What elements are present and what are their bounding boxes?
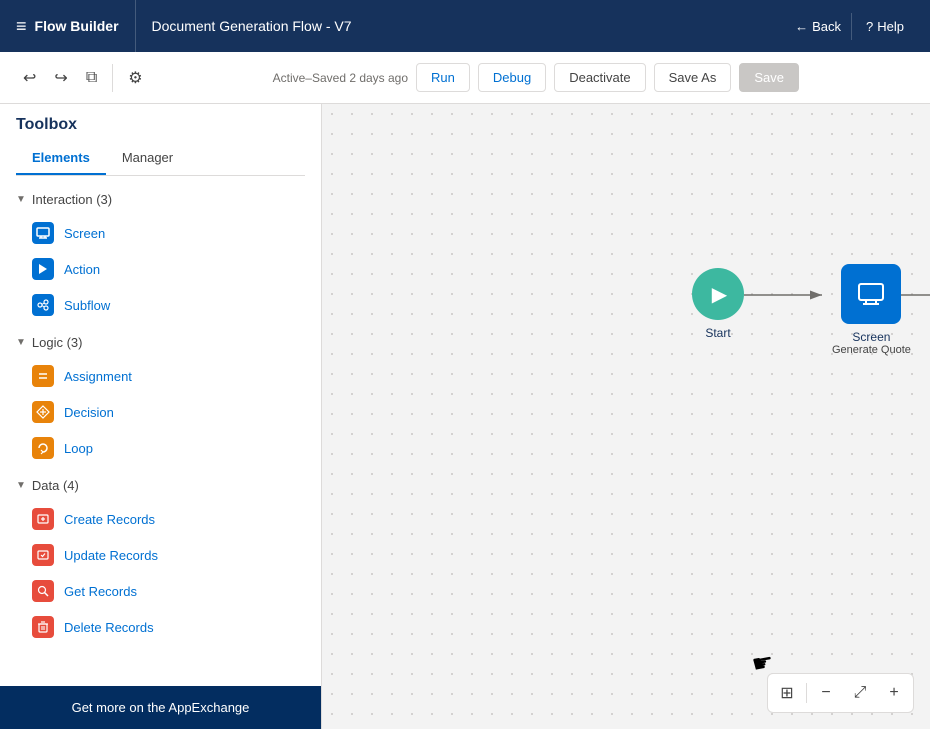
sidebar-item-subflow[interactable]: Subflow [0, 287, 321, 323]
category-logic[interactable]: ▼ Logic (3) [0, 327, 321, 358]
start-node-label: Start [705, 326, 730, 340]
sidebar-tabs: Elements Manager [16, 142, 305, 176]
debug-button[interactable]: Debug [478, 63, 546, 92]
sidebar-content: ▼ Interaction (3) Screen Action [0, 176, 321, 686]
chevron-interaction-icon: ▼ [16, 194, 26, 205]
sidebar-item-create-records[interactable]: Create Records [0, 501, 321, 537]
loop-icon [32, 437, 54, 459]
fit-view-button[interactable]: ⤢ [845, 678, 875, 708]
nav-brand: ≡ Flow Builder [0, 0, 136, 52]
back-label: Back [812, 19, 841, 34]
toolbox-title: Toolbox [16, 116, 305, 142]
start-node-circle[interactable] [692, 268, 744, 320]
category-interaction-label: Interaction (3) [32, 192, 112, 207]
toolbar-status: Active–Saved 2 days ago Run Debug Deacti… [158, 63, 914, 92]
help-button[interactable]: ? Help [856, 13, 914, 40]
sidebar: Toolbox Elements Manager ▼ Interaction (… [0, 104, 322, 729]
save-as-button[interactable]: Save As [654, 63, 732, 92]
screen-node-label: Screen [852, 330, 890, 344]
canvas-tool-sep-1 [806, 683, 807, 703]
loop-label: Loop [64, 441, 93, 456]
tab-elements[interactable]: Elements [16, 142, 106, 175]
toolbar-separator [112, 64, 113, 92]
back-arrow-icon: ← [795, 19, 808, 34]
delete-records-label: Delete Records [64, 620, 154, 635]
sidebar-item-decision[interactable]: Decision [0, 394, 321, 430]
screen-icon [32, 222, 54, 244]
screen-node[interactable]: Screen Generate Quote [832, 264, 911, 356]
chevron-logic-icon: ▼ [16, 337, 26, 348]
run-button[interactable]: Run [416, 63, 470, 92]
action-icon [32, 258, 54, 280]
tab-manager[interactable]: Manager [106, 142, 189, 175]
nav-center: Document Generation Flow - V7 [136, 18, 770, 34]
hamburger-icon[interactable]: ≡ [16, 16, 27, 37]
sidebar-item-get-records[interactable]: Get Records [0, 573, 321, 609]
canvas-toolbar: ⊞ − ⤢ + [767, 673, 914, 713]
help-label: Help [877, 19, 904, 34]
get-records-label: Get Records [64, 584, 137, 599]
toolbar-history: ↩ ↪ ⧉ ⚙ [16, 61, 150, 95]
sidebar-header: Toolbox Elements Manager [0, 104, 321, 176]
category-logic-label: Logic (3) [32, 335, 83, 350]
update-records-icon [32, 544, 54, 566]
assignment-label: Assignment [64, 369, 132, 384]
chevron-data-icon: ▼ [16, 480, 26, 491]
fit-icon-button[interactable]: ⊞ [772, 678, 802, 708]
back-button[interactable]: ← Back [785, 13, 852, 40]
appexchange-banner[interactable]: Get more on the AppExchange [0, 686, 321, 729]
help-icon: ? [866, 19, 873, 34]
subflow-label: Subflow [64, 298, 110, 313]
screen-node-sublabel: Generate Quote [832, 344, 911, 356]
main-layout: Toolbox Elements Manager ▼ Interaction (… [0, 104, 930, 729]
save-button[interactable]: Save [739, 63, 799, 92]
assignment-icon [32, 365, 54, 387]
canvas-grid [322, 104, 930, 729]
deactivate-button[interactable]: Deactivate [554, 63, 645, 92]
interaction-items: Screen Action Subflow [0, 215, 321, 327]
decision-label: Decision [64, 405, 114, 420]
canvas[interactable]: Start Screen Generate Quote [322, 104, 930, 729]
screen-label: Screen [64, 226, 105, 241]
flow-builder-label: Flow Builder [35, 18, 119, 34]
delete-records-icon [32, 616, 54, 638]
screen-node-box[interactable] [841, 264, 901, 324]
nav-actions: ← Back ? Help [769, 13, 930, 40]
start-node[interactable]: Start [692, 268, 744, 340]
document-title: Document Generation Flow - V7 [152, 18, 352, 34]
save-status: Active–Saved 2 days ago [273, 71, 408, 85]
category-data[interactable]: ▼ Data (4) [0, 470, 321, 501]
create-records-icon [32, 508, 54, 530]
copy-button[interactable]: ⧉ [79, 62, 104, 94]
decision-icon [32, 401, 54, 423]
subflow-icon [32, 294, 54, 316]
undo-button[interactable]: ↩ [16, 61, 43, 95]
update-records-label: Update Records [64, 548, 158, 563]
category-data-label: Data (4) [32, 478, 79, 493]
zoom-in-button[interactable]: + [879, 678, 909, 708]
category-interaction[interactable]: ▼ Interaction (3) [0, 184, 321, 215]
top-navigation: ≡ Flow Builder Document Generation Flow … [0, 0, 930, 52]
zoom-out-button[interactable]: − [811, 678, 841, 708]
logic-items: Assignment Decision Loop [0, 358, 321, 470]
redo-button[interactable]: ↪ [47, 61, 74, 95]
sidebar-item-action[interactable]: Action [0, 251, 321, 287]
sidebar-item-assignment[interactable]: Assignment [0, 358, 321, 394]
settings-button[interactable]: ⚙ [121, 61, 149, 95]
create-records-label: Create Records [64, 512, 155, 527]
sidebar-item-update-records[interactable]: Update Records [0, 537, 321, 573]
sidebar-item-loop[interactable]: Loop [0, 430, 321, 466]
sidebar-item-delete-records[interactable]: Delete Records [0, 609, 321, 645]
sidebar-item-screen[interactable]: Screen [0, 215, 321, 251]
get-records-icon [32, 580, 54, 602]
action-label: Action [64, 262, 100, 277]
toolbar: ↩ ↪ ⧉ ⚙ Active–Saved 2 days ago Run Debu… [0, 52, 930, 104]
data-items: Create Records Update Records Get Record… [0, 501, 321, 649]
